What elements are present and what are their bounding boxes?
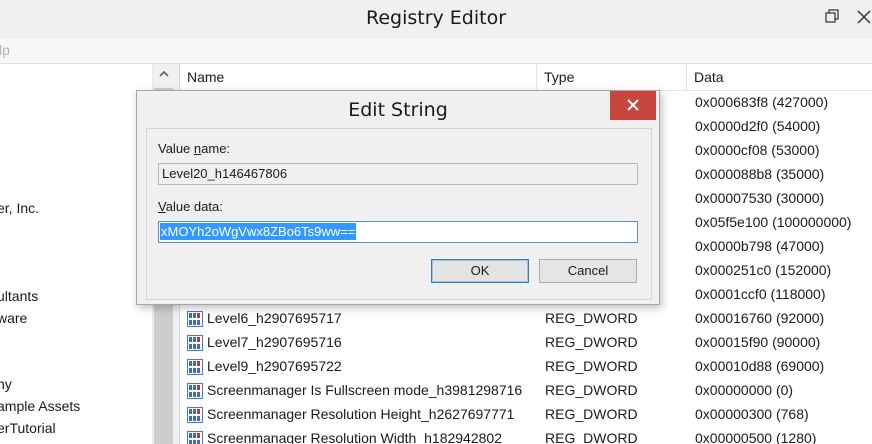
table-row[interactable]: Level7_h2907695716 REG_DWORD 0x00015f90 (9…	[180, 331, 872, 355]
cancel-button[interactable]: Cancel	[539, 259, 637, 283]
reg-dword-icon	[187, 359, 203, 375]
tree-item[interactable]: erTutorial	[0, 420, 56, 436]
value-data: 0x00000300 (768)	[695, 406, 809, 422]
table-row[interactable]: Level6_h2907695717 REG_DWORD 0x00016760 (9…	[180, 307, 872, 331]
table-row[interactable]: Screenmanager Is Fullscreen mode_h398129…	[180, 379, 872, 403]
dialog-close-button[interactable]	[610, 91, 656, 120]
value-data: 0x0000cf08 (53000)	[695, 142, 820, 158]
reg-dword-icon	[187, 383, 203, 399]
value-type: REG_DWORD	[545, 310, 638, 326]
value-type: REG_DWORD	[545, 406, 638, 422]
column-header-type[interactable]: Type	[537, 64, 687, 90]
table-row[interactable]: Screenmanager Resolution Height_h2627697…	[180, 403, 872, 427]
list-header: Name Type Data	[180, 64, 872, 91]
value-data: 0x00016760 (92000)	[695, 310, 825, 326]
value-name: Screenmanager Is Fullscreen mode_h398129…	[207, 382, 523, 398]
window-title: Registry Editor	[365, 7, 507, 29]
reg-dword-icon	[187, 407, 203, 423]
value-data: 0x0001ccf0 (118000)	[695, 286, 826, 302]
tree-item[interactable]: er, Inc.	[0, 200, 39, 216]
close-icon	[857, 10, 871, 24]
window-close-button[interactable]	[852, 6, 872, 28]
tree-item[interactable]: ware	[0, 310, 27, 326]
table-row[interactable]: Screenmanager Resolution Width_h18294280…	[180, 427, 872, 444]
value-type: REG_DWORD	[545, 430, 638, 444]
value-data: 0x0000b798 (47000)	[695, 238, 825, 254]
restore-button[interactable]	[820, 6, 846, 28]
value-data: 0x000251c0 (152000)	[695, 262, 832, 278]
dialog-title: Edit String	[348, 99, 448, 121]
tree-item[interactable]: ultants	[0, 288, 38, 304]
value-data: 0x000683f8 (427000)	[695, 94, 829, 110]
value-name-field: Level20_h146467806	[158, 163, 638, 185]
value-type: REG_DWORD	[545, 382, 638, 398]
value-type: REG_DWORD	[545, 334, 638, 350]
close-icon	[627, 99, 639, 111]
value-data: 0x05f5e100 (100000000)	[695, 214, 852, 230]
ok-button[interactable]: OK	[431, 259, 529, 283]
menu-help[interactable]: lp	[0, 42, 10, 58]
value-data: 0x00000500 (1280)	[695, 430, 817, 444]
reg-dword-icon	[187, 335, 203, 351]
value-data: 0x00000000 (0)	[695, 382, 794, 398]
table-row[interactable]: Level9_h2907695722 REG_DWORD 0x00010d88 (6…	[180, 355, 872, 379]
value-name: Level6_h2907695717	[207, 310, 342, 326]
value-data: 0x0000d2f0 (54000)	[695, 118, 821, 134]
value-name: Level9_h2907695722	[207, 358, 342, 374]
value-data-label: Value data:	[158, 199, 223, 214]
value-data-input[interactable]: xMOYh2oWgVwx8ZBo6Ts9ww==	[158, 221, 638, 243]
reg-dword-icon	[187, 311, 203, 327]
edit-string-dialog: Edit String Value name: Level20_h1464678…	[136, 90, 660, 305]
value-name: Level7_h2907695716	[207, 334, 342, 350]
value-name: Screenmanager Resolution Height_h2627697…	[207, 406, 515, 422]
scroll-up-icon[interactable]	[157, 67, 171, 81]
selected-text[interactable]: xMOYh2oWgVwx8ZBo6Ts9ww==	[160, 223, 357, 240]
tree-item[interactable]: ample Assets	[0, 398, 80, 414]
dialog-body: Value name: Level20_h146467806 Value dat…	[146, 128, 652, 300]
title-bar: Registry Editor	[0, 0, 872, 39]
tree-item[interactable]: ny	[0, 376, 12, 392]
restore-icon	[825, 9, 839, 23]
value-name: Screenmanager Resolution Width_h18294280…	[207, 430, 502, 444]
value-data: 0x00010d88 (69000)	[695, 358, 825, 374]
value-type: REG_DWORD	[545, 358, 638, 374]
column-header-data[interactable]: Data	[687, 64, 872, 90]
value-name-label: Value name:	[158, 141, 231, 156]
value-data: 0x00007530 (30000)	[695, 190, 825, 206]
reg-dword-icon	[187, 431, 203, 444]
column-header-name[interactable]: Name	[180, 64, 537, 90]
value-data: 0x00015f90 (90000)	[695, 334, 821, 350]
value-data: 0x000088b8 (35000)	[695, 166, 825, 182]
menu-bar: lp	[0, 39, 872, 64]
